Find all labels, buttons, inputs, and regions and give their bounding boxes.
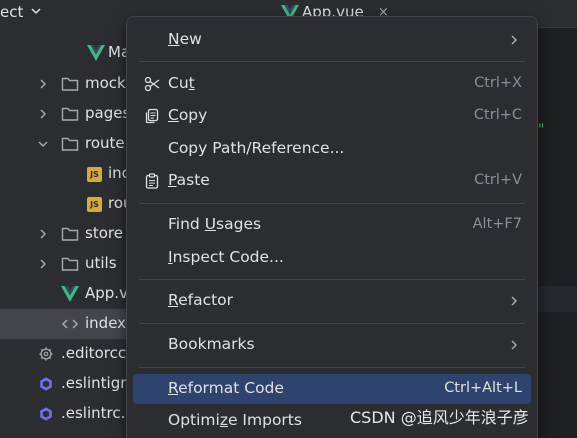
- menu-item-label: Inspect Code...: [168, 248, 284, 266]
- vue-file-icon: [61, 286, 79, 302]
- menu-item-bookmarks[interactable]: Bookmarks: [133, 330, 531, 360]
- watermark: CSDN @追风少年浪子彦: [350, 408, 529, 427]
- js-file-icon: JS: [87, 167, 102, 182]
- folder-icon: [61, 77, 79, 91]
- menu-item-label: New: [168, 30, 202, 48]
- menu-item-new[interactable]: New: [133, 25, 531, 55]
- clipboard-icon: [145, 173, 159, 189]
- shortcut-label: Ctrl+Alt+L: [444, 380, 522, 396]
- html-file-icon: [61, 319, 79, 329]
- chevron-right-icon[interactable]: [38, 109, 48, 119]
- copy-icon: [145, 108, 159, 124]
- vue-file-icon: [87, 45, 105, 61]
- js-file-icon: JS: [87, 197, 102, 212]
- tree-item-label: .eslintign: [61, 374, 130, 392]
- menu-item-label: Optimize Imports: [168, 411, 302, 429]
- folder-icon: [61, 257, 79, 271]
- shortcut-label: Ctrl+X: [474, 75, 522, 91]
- folder-icon: [61, 137, 79, 151]
- tree-item-label: store: [85, 224, 123, 242]
- menu-item-label: Copy Path/Reference...: [168, 139, 345, 157]
- menu-item-refactor[interactable]: Refactor: [133, 286, 531, 316]
- chevron-down-icon[interactable]: [38, 139, 48, 149]
- chevron-right-icon: [511, 340, 518, 350]
- gear-icon: [39, 347, 53, 361]
- menu-item-paste[interactable]: Paste Ctrl+V: [133, 166, 531, 196]
- shortcut-label: Ctrl+C: [473, 107, 522, 123]
- tree-item-label: .eslintrc.: [61, 404, 126, 422]
- menu-separator: [139, 203, 525, 204]
- menu-item-label: Copy: [168, 106, 208, 124]
- menu-separator: [139, 279, 525, 280]
- menu-item-label: Find Usages: [168, 215, 262, 233]
- menu-item-reformat-code[interactable]: Reformat Code Ctrl+Alt+L: [133, 374, 531, 404]
- menu-item-label: Refactor: [168, 291, 234, 309]
- chevron-right-icon[interactable]: [38, 79, 48, 89]
- project-panel-title[interactable]: ect: [0, 3, 23, 21]
- menu-item-copy[interactable]: Copy Ctrl+C: [133, 101, 531, 131]
- eslint-icon: [40, 377, 52, 391]
- menu-separator: [139, 367, 525, 368]
- menu-item-label: Bookmarks: [168, 335, 255, 353]
- chevron-right-icon: [511, 35, 518, 45]
- chevron-right-icon: [511, 296, 518, 306]
- code-fragment: ": [538, 122, 545, 138]
- menu-item-label: Paste: [168, 171, 210, 189]
- chevron-down-icon[interactable]: [31, 6, 41, 16]
- context-menu: New Cut Ctrl+X Copy Ctrl+C Copy Path/Ref…: [126, 16, 538, 438]
- tree-item-label: mock: [85, 74, 126, 92]
- tree-item-label: utils: [85, 254, 117, 272]
- menu-separator: [139, 61, 525, 62]
- menu-item-find-usages[interactable]: Find Usages Alt+F7: [133, 210, 531, 240]
- menu-item-label: Reformat Code: [168, 379, 284, 397]
- tree-item-label: index: [85, 314, 127, 332]
- menu-item-inspect-code[interactable]: Inspect Code...: [133, 243, 531, 273]
- eslint-icon: [40, 407, 52, 421]
- shortcut-label: Ctrl+V: [474, 172, 522, 188]
- menu-separator: [139, 323, 525, 324]
- tree-item-label: route: [85, 134, 125, 152]
- menu-item-cut[interactable]: Cut Ctrl+X: [133, 69, 531, 99]
- chevron-right-icon[interactable]: [38, 229, 48, 239]
- menu-item-label: Cut: [168, 74, 195, 92]
- scissors-icon: [144, 76, 160, 92]
- shortcut-label: Alt+F7: [472, 216, 522, 232]
- folder-icon: [61, 107, 79, 121]
- folder-icon: [61, 227, 79, 241]
- tree-item-label: pages: [85, 104, 131, 122]
- tree-item-label: App.v: [85, 284, 128, 302]
- tree-item-label: .editorcc: [61, 344, 127, 362]
- chevron-right-icon[interactable]: [38, 259, 48, 269]
- menu-item-copy-path[interactable]: Copy Path/Reference...: [133, 134, 531, 164]
